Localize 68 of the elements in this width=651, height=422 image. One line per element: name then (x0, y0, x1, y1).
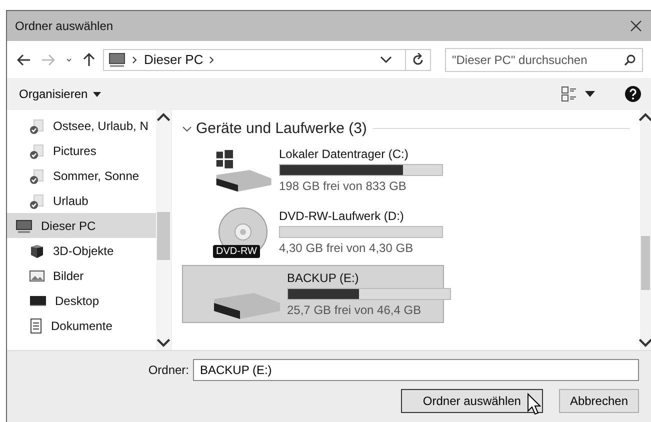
sidebar-label: Desktop (55, 294, 100, 308)
chevron-icon (182, 124, 192, 132)
scrollbar-thumb[interactable] (157, 212, 170, 260)
help-icon[interactable] (625, 86, 641, 102)
scroll-up-icon[interactable] (156, 110, 171, 124)
picture-icon (29, 268, 45, 284)
scroll-down-icon[interactable] (638, 336, 651, 350)
cancel-button[interactable]: Abbrechen (558, 389, 639, 413)
sidebar-label: Dokumente (51, 318, 112, 332)
sidebar-item[interactable]: Pictures (7, 138, 156, 163)
search-icon (624, 54, 636, 66)
folder-check-icon (29, 118, 45, 134)
monitor-icon (15, 218, 33, 234)
dropdown-icon[interactable] (585, 91, 595, 97)
free-space-text: 4,30 GB frei von 4,30 GB (279, 241, 414, 255)
group-header[interactable]: Geräte und Laufwerke (3) (182, 120, 367, 137)
sidebar-item[interactable]: Desktop (7, 288, 156, 313)
free-space-text: 25,7 GB frei von 46,4 GB (287, 303, 422, 317)
select-folder-button[interactable]: Ordner auswählen (400, 389, 543, 413)
free-space-text: 198 GB frei von 833 GB (279, 179, 408, 193)
sidebar-item[interactable]: Dokumente (7, 313, 156, 338)
search-field[interactable]: "Dieser PC" durchsuchen (445, 48, 643, 72)
drive-name: Lokaler Datentrager (C:) (279, 147, 410, 161)
drive-item[interactable]: DVD-RW DVD-RW-Laufwerk (D:) 4,30 GB frei von 4,30 GB (182, 203, 444, 261)
refresh-icon (412, 52, 424, 66)
sidebar-label: Dieser PC (41, 218, 96, 232)
chevron-icon (209, 56, 216, 64)
desktop-icon (29, 294, 47, 308)
sidebar-item[interactable]: Urlaub (7, 188, 156, 213)
sidebar-item[interactable]: 3D-Objekte (7, 238, 156, 263)
sidebar-item[interactable]: Sommer, Sonne (7, 163, 156, 188)
up-button[interactable] (81, 50, 97, 68)
cursor-icon (527, 393, 541, 415)
sidebar-item[interactable]: Ostsee, Urlaub, N (7, 113, 156, 138)
chevron-icon (65, 56, 73, 62)
scroll-up-icon[interactable] (638, 110, 651, 124)
folder-check-icon (29, 168, 45, 184)
monitor-icon (108, 52, 126, 68)
sidebar-label: Pictures (53, 144, 96, 158)
back-button[interactable] (15, 52, 33, 68)
folder-check-icon (29, 192, 45, 208)
sidebar-label: Urlaub (53, 194, 88, 208)
organize-menu[interactable]: Organisieren (17, 85, 103, 103)
sidebar-label: Bilder (53, 268, 84, 282)
drive-name: DVD-RW-Laufwerk (D:) (279, 209, 405, 223)
sidebar-label: Sommer, Sonne (53, 168, 140, 182)
close-icon (630, 20, 642, 32)
breadcrumb[interactable]: Dieser PC (144, 52, 204, 67)
drive-item[interactable]: Lokaler Datentrager (C:) 198 GB frei von 833 GB (182, 141, 444, 199)
cube-icon (29, 242, 45, 258)
window-title: Ordner auswählen (15, 19, 114, 33)
scrollbar-thumb[interactable] (641, 236, 650, 290)
hard-drive-icon (213, 292, 281, 320)
drive-name: BACKUP (E:) (287, 271, 360, 285)
folder-check-icon (29, 142, 45, 158)
view-icon[interactable] (561, 86, 577, 102)
sidebar-label: Ostsee, Urlaub, N (53, 118, 148, 132)
sidebar-label: 3D-Objekte (53, 244, 114, 258)
sidebar-item[interactable]: Dieser PC (7, 213, 156, 238)
chevron-icon (132, 56, 138, 64)
sidebar-item[interactable]: Bilder (7, 263, 156, 288)
drive-badge: DVD-RW (213, 245, 260, 258)
folder-field[interactable]: BACKUP (E:) (193, 359, 639, 381)
scroll-down-icon[interactable] (156, 336, 171, 350)
folder-label: Ordner: (148, 363, 189, 377)
address-bar[interactable]: Dieser PC (103, 48, 431, 70)
document-icon (29, 318, 43, 334)
caret-icon (92, 92, 101, 96)
